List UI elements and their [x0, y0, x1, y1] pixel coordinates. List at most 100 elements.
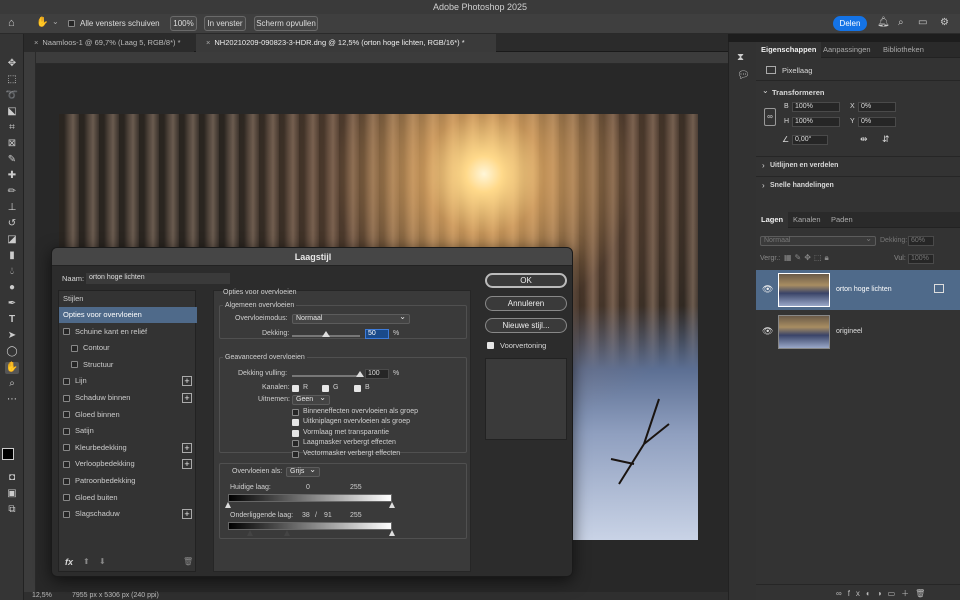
advanced-option-checkbox[interactable]: [292, 419, 299, 427]
add-style-icon[interactable]: +: [182, 509, 192, 520]
brush-tool-icon[interactable]: ✏: [5, 186, 19, 198]
clone-stamp-tool-icon[interactable]: ⊥: [5, 202, 19, 214]
style-checkbox[interactable]: [71, 344, 78, 352]
fill-opacity-input[interactable]: 100: [365, 369, 389, 379]
style-item-opties-voor-overvloeien[interactable]: Opties voor overvloeien: [59, 307, 197, 323]
style-item-lijn[interactable]: Lijn +: [59, 373, 197, 389]
fill-screen-button[interactable]: Scherm opvullen: [254, 16, 318, 31]
arrow-up-icon[interactable]: ⬆: [83, 557, 90, 566]
cancel-button[interactable]: Annuleren: [485, 296, 567, 311]
channel-g-checkbox[interactable]: [322, 385, 329, 392]
tab-paths[interactable]: Paden: [826, 212, 858, 228]
foreground-color-swatch[interactable]: [2, 448, 14, 460]
style-item-gloed-buiten[interactable]: Gloed buiten: [59, 490, 197, 506]
history-brush-tool-icon[interactable]: ↺: [5, 218, 19, 230]
frame-mode-icon[interactable]: ⧉: [5, 504, 19, 516]
style-checkbox[interactable]: [63, 427, 70, 435]
comments-icon[interactable]: 💬︎: [737, 70, 750, 81]
trash-icon[interactable]: 🗑︎: [183, 557, 193, 566]
chevron-down-icon[interactable]: ⌄: [762, 86, 769, 95]
layer-footer-icons[interactable]: ∞fx◐◑▭＋🗑︎: [836, 588, 931, 599]
fill-field[interactable]: 100%: [908, 254, 934, 264]
frame-tool-icon[interactable]: ⊠: [5, 138, 19, 150]
this-layer-gradient[interactable]: [228, 494, 392, 502]
x-field[interactable]: 0%: [858, 102, 896, 112]
blur-tool-icon[interactable]: 💧︎: [5, 266, 19, 278]
add-style-icon[interactable]: +: [182, 459, 192, 470]
style-item-schaduw-binnen[interactable]: Schaduw binnen +: [59, 390, 197, 406]
doc-tab-hdr[interactable]: × NH20210209-090823-3-HDR.dng @ 12,5% (or…: [196, 34, 496, 52]
style-checkbox[interactable]: [63, 444, 70, 452]
tab-layers[interactable]: Lagen: [756, 212, 789, 228]
window-controls[interactable]: [6, 4, 36, 10]
eye-icon[interactable]: 👁︎: [762, 284, 773, 295]
scroll-all-checkbox[interactable]: [68, 20, 75, 27]
zoom-level[interactable]: 12,5%: [32, 592, 52, 599]
object-select-tool-icon[interactable]: ⬕: [5, 106, 19, 118]
layer-name[interactable]: origineel: [836, 328, 862, 335]
layer-opacity-field[interactable]: 60%: [908, 236, 934, 246]
search-icon[interactable]: ⌕: [898, 17, 904, 28]
opacity-slider-knob[interactable]: [322, 331, 330, 337]
layer-name[interactable]: orton hoge lichten: [836, 286, 892, 293]
workspace-icon[interactable]: ▭: [918, 17, 927, 28]
gear-icon[interactable]: ⚙: [940, 17, 949, 28]
more-tools-icon[interactable]: ⋯: [5, 394, 19, 406]
tab-channels[interactable]: Kanalen: [788, 212, 826, 228]
add-style-icon[interactable]: +: [182, 393, 192, 403]
style-checkbox[interactable]: [63, 510, 70, 518]
eyedropper-tool-icon[interactable]: ✎: [5, 154, 19, 166]
fx-icon[interactable]: fx: [65, 557, 73, 567]
hand-tool-icon[interactable]: ✋: [5, 362, 19, 374]
chevron-right-icon[interactable]: ›: [762, 161, 765, 170]
zoom-tool-icon[interactable]: ⌕: [5, 378, 19, 390]
layer-row-origineel[interactable]: 👁︎ origineel: [756, 312, 960, 352]
underlying-mid-knob[interactable]: [284, 530, 290, 536]
gradient-tool-icon[interactable]: ▮: [5, 250, 19, 262]
close-icon[interactable]: ×: [206, 38, 210, 47]
share-button[interactable]: Delen: [833, 16, 867, 31]
flip-vertical-icon[interactable]: ⇵: [882, 134, 890, 145]
history-icon[interactable]: ⧗: [737, 52, 744, 63]
close-icon[interactable]: ×: [34, 38, 38, 47]
advanced-option-checkbox[interactable]: [292, 440, 299, 448]
quick-mask-icon[interactable]: ◘: [5, 472, 19, 484]
chevron-down-icon[interactable]: ⌄: [52, 17, 59, 26]
style-item-satijn[interactable]: Satijn: [59, 423, 197, 439]
healing-brush-tool-icon[interactable]: ✚: [5, 170, 19, 182]
opacity-slider[interactable]: [292, 331, 360, 337]
style-item-contour[interactable]: Contour: [59, 340, 197, 356]
arrow-down-icon[interactable]: ⬇: [99, 557, 106, 566]
advanced-option-checkbox[interactable]: [292, 450, 299, 458]
style-checkbox[interactable]: [63, 328, 70, 336]
add-style-icon[interactable]: +: [182, 442, 192, 453]
home-icon[interactable]: ⌂: [8, 17, 15, 29]
style-checkbox[interactable]: [63, 460, 70, 468]
bell-icon[interactable]: 🔔︎: [877, 17, 890, 28]
link-icon[interactable]: ∞: [764, 108, 776, 126]
tab-libraries[interactable]: Bibliotheken: [878, 42, 929, 58]
pen-tool-icon[interactable]: ✒: [5, 298, 19, 310]
tab-properties[interactable]: Eigenschappen: [756, 42, 822, 58]
opacity-input[interactable]: 50: [365, 329, 389, 339]
style-item-structuur[interactable]: Structuur: [59, 357, 197, 373]
underlying-low-knob[interactable]: [247, 530, 253, 536]
screen-mode-icon[interactable]: ▣: [5, 488, 19, 500]
lock-icons[interactable]: ▦✎✥⬚🔒︎: [784, 253, 832, 263]
style-checkbox[interactable]: [63, 477, 70, 485]
shape-tool-icon[interactable]: ◯: [5, 346, 19, 358]
new-style-button[interactable]: Nieuwe stijl...: [485, 318, 567, 333]
fit-window-button[interactable]: In venster: [204, 16, 246, 31]
advanced-option-checkbox[interactable]: [292, 409, 299, 416]
style-item-gloed-binnen[interactable]: Gloed binnen: [59, 407, 197, 423]
eraser-tool-icon[interactable]: ◪: [5, 234, 19, 246]
style-checkbox[interactable]: [71, 361, 78, 369]
style-checkbox[interactable]: [63, 394, 70, 402]
this-layer-low-knob[interactable]: [225, 502, 231, 508]
style-item-verloopbedekking[interactable]: Verloopbedekking +: [59, 456, 197, 472]
marquee-tool-icon[interactable]: ⬚: [5, 74, 19, 86]
hand-tool-icon[interactable]: ✋: [36, 17, 48, 28]
style-checkbox[interactable]: [63, 494, 70, 502]
style-item-kleurbedekking[interactable]: Kleurbedekking +: [59, 440, 197, 456]
style-item-schuine-kant-en-relief[interactable]: Schuine kant en reliëf: [59, 324, 197, 340]
